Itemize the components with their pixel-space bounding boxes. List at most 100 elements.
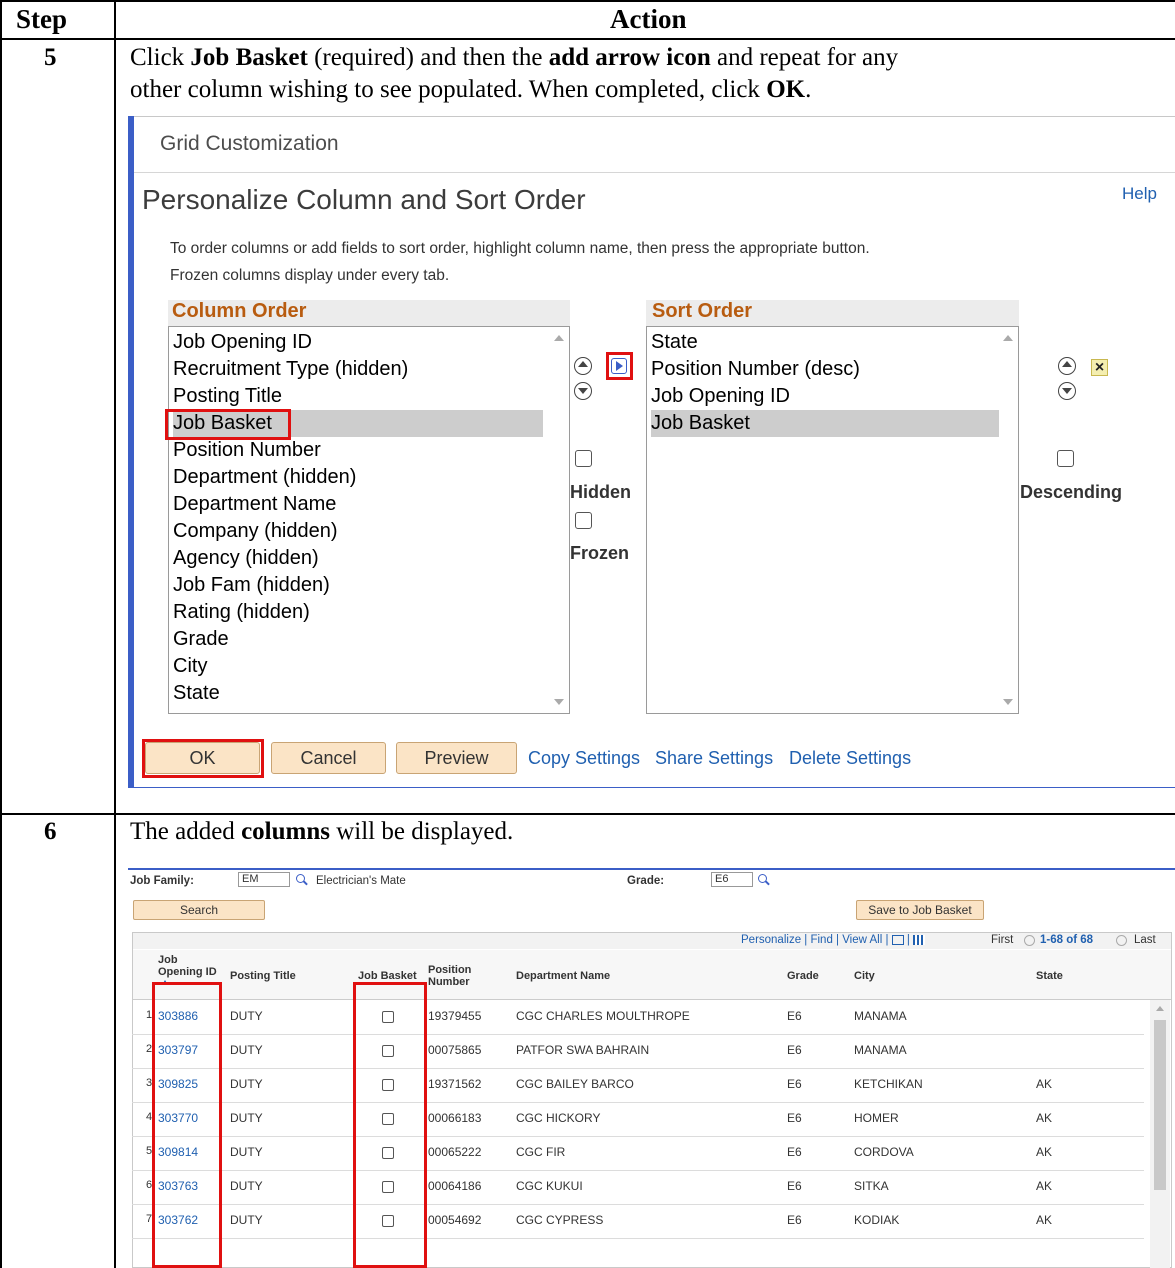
dialog-title: Grid Customization [160,132,339,155]
results-scrollbar[interactable] [1150,1000,1170,1268]
column-order-item[interactable]: Agency (hidden) [173,545,543,572]
move-down-icon[interactable] [574,382,592,400]
job-family-label: Job Family: [130,875,194,887]
column-order-item[interactable]: Posting Title [173,383,543,410]
posting-title: DUTY [230,1077,263,1091]
page-title: Personalize Column and Sort Order [142,184,586,215]
grid-first[interactable]: First [991,934,1013,946]
col-grade[interactable]: Grade [787,970,819,982]
share-settings-link[interactable]: Share Settings [655,748,773,769]
job-family-lookup-icon[interactable] [296,874,305,883]
column-order-item[interactable]: State [173,680,543,707]
row-divider [132,1136,1144,1137]
sort-move-down-icon[interactable] [1058,382,1076,400]
col-department-name[interactable]: Department Name [516,970,610,982]
column-order-item[interactable]: City [173,653,543,680]
header-action: Action [610,4,687,34]
column-order-scrollbar[interactable] [549,327,569,713]
city-cell: SITKA [854,1179,889,1193]
frozen-label: Frozen [570,543,630,563]
row-divider [132,1204,1144,1205]
prev-page-icon[interactable] [1024,935,1035,946]
descending-label: Descending [1020,482,1123,502]
column-order-item[interactable]: Grade [173,626,543,653]
col-job-basket[interactable]: Job Basket [358,970,417,982]
grade-input[interactable]: E6 [711,872,753,887]
grade-cell: E6 [787,1145,802,1159]
remove-icon[interactable]: × [1091,359,1108,376]
sort-order-scrollbar[interactable] [998,327,1018,713]
column-order-list[interactable]: Job Opening ID Recruitment Type (hidden) P… [165,326,570,714]
col-city[interactable]: City [854,970,875,982]
step6-instruction: The added columns will be displayed. [130,818,514,845]
add-arrow-highlight [606,352,633,380]
column-order-item[interactable]: Position Number [173,437,543,464]
grid-download-icon[interactable] [913,934,926,945]
column-order-item[interactable]: Department Name [173,491,543,518]
grid-nav-links[interactable]: Personalize | Find | View All | | [741,934,926,946]
column-order-item[interactable]: Job Opening ID [173,329,543,356]
next-page-icon[interactable] [1116,935,1127,946]
col-posting-title[interactable]: Posting Title [230,970,296,982]
sort-order-list[interactable]: State Position Number (desc) Job Opening I… [646,326,1019,714]
posting-title: DUTY [230,1179,263,1193]
sort-order-item[interactable]: Position Number (desc) [651,356,999,383]
col-position-number[interactable]: Position Number [428,964,486,988]
preview-button[interactable]: Preview [396,742,517,774]
move-up-icon[interactable] [574,357,592,375]
ok-highlight [142,739,264,778]
department-name: CGC KUKUI [516,1179,583,1193]
sort-move-up-icon[interactable] [1058,357,1076,375]
step-number-6: 6 [44,818,57,845]
grade-lookup-icon[interactable] [758,874,767,883]
job-search-results: Job Family: EM Electrician's Mate Grade:… [128,868,1175,1268]
job-basket-highlight [353,982,427,1268]
department-name: CGC CHARLES MOULTHROPE [516,1009,690,1023]
cancel-button[interactable]: Cancel [271,742,386,774]
column-order-label: Column Order [168,300,570,326]
col-job-opening-id[interactable]: Job Opening ID [158,954,218,985]
descending-checkbox[interactable] [1057,450,1074,467]
column-order-item[interactable]: Job Fam (hidden) [173,572,543,599]
help-link[interactable]: Help [1122,184,1157,204]
position-number: 00065222 [428,1145,482,1159]
column-order-item[interactable]: Recruitment Type (hidden) [173,356,543,383]
header-step: Step [16,4,68,34]
sort-order-item[interactable]: Job Basket [651,410,999,437]
frozen-checkbox[interactable] [575,512,592,529]
state-cell: AK [1036,1179,1053,1193]
step-number-5: 5 [44,44,57,71]
city-cell: MANAMA [854,1009,907,1023]
step5-instruction-line1: Click Job Basket (required) and then the… [130,44,899,71]
grid-customization-dialog: Grid Customization Personalize Column an… [128,116,1175,788]
instructions-text: To order columns or add fields to sort o… [170,240,870,257]
hidden-checkbox[interactable] [575,450,592,467]
column-order-item[interactable]: Rating (hidden) [173,599,543,626]
frozen-note: Frozen columns display under every tab. [170,267,450,284]
step5-instruction-line2: other column wishing to see populated. W… [130,76,812,103]
column-order-item[interactable]: Company (hidden) [173,518,543,545]
grid-range: 1-68 of 68 [1040,934,1094,946]
sort-order-label: Sort Order [646,300,1019,326]
posting-title: DUTY [230,1213,263,1227]
state-cell: AK [1036,1077,1053,1091]
department-name: CGC BAILEY BARCO [516,1077,634,1091]
delete-settings-link[interactable]: Delete Settings [789,748,911,769]
copy-settings-link[interactable]: Copy Settings [528,748,640,769]
sort-order-item[interactable]: State [651,329,999,356]
city-cell: KODIAK [854,1213,900,1227]
grid-last[interactable]: Last [1134,934,1156,946]
save-to-job-basket-button[interactable]: Save to Job Basket [856,900,984,920]
column-order-item[interactable]: Department (hidden) [173,464,543,491]
grade-cell: E6 [787,1077,802,1091]
job-family-input[interactable]: EM [238,872,290,887]
city-cell: KETCHIKAN [854,1077,923,1091]
col-state[interactable]: State [1036,970,1063,982]
position-number: 19379455 [428,1009,482,1023]
state-cell: AK [1036,1145,1053,1159]
posting-title: DUTY [230,1111,263,1125]
sort-order-item[interactable]: Job Opening ID [651,383,999,410]
search-button[interactable]: Search [133,900,265,920]
city-cell: MANAMA [854,1043,907,1057]
grid-view-icon[interactable] [891,934,904,945]
